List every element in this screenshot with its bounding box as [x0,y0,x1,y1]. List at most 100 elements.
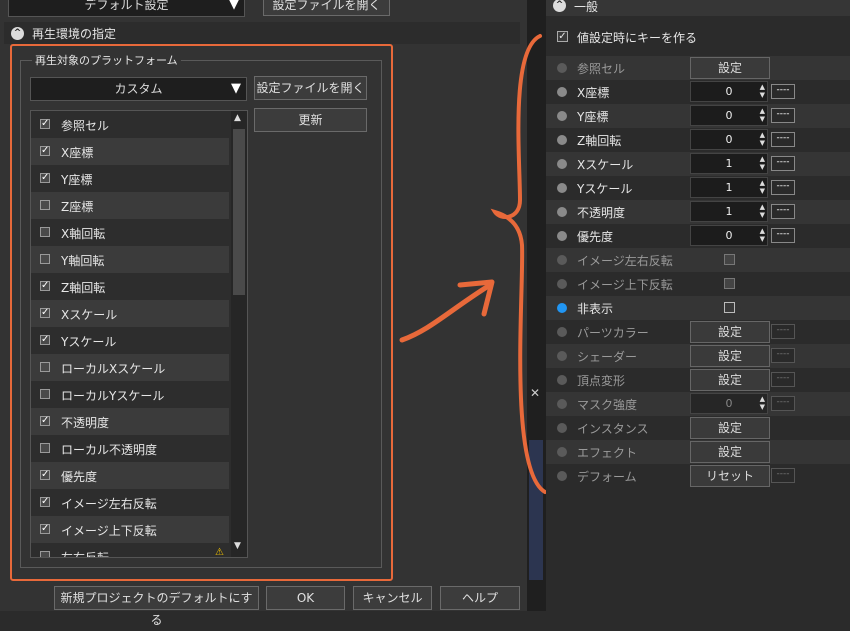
property-row: シェーダー 設定 ---- [546,344,850,368]
expression-button[interactable]: ---- [771,108,795,123]
property-label: Z軸回転 [577,134,622,148]
property-row: インスタンス 設定 [546,416,850,440]
property-label: インスタンス [577,422,649,436]
make-key-checkbox[interactable]: ✓ [557,31,568,42]
keyframe-dot-icon[interactable] [557,111,567,121]
property-label: 参照セル [577,62,626,76]
spinner-icon[interactable]: ▲ ▼ [760,179,765,195]
keyframe-dot-icon[interactable] [557,471,567,481]
spinner-icon[interactable]: ▲ ▼ [760,155,765,171]
expression-button[interactable]: ---- [771,468,795,483]
property-value: 1 [725,205,733,218]
property-row: 優先度 0 ▲ ▼ ---- [546,224,850,248]
expression-button[interactable]: ---- [771,324,795,339]
property-value-input[interactable]: 1 ▲ ▼ [690,201,768,222]
property-value-input[interactable]: 0 ▲ ▼ [690,129,768,150]
property-value: 0 [725,229,733,242]
ok-button[interactable]: OK [266,586,345,610]
property-checkbox[interactable] [724,302,735,313]
property-label: エフェクト [577,446,638,460]
keyframe-dot-icon[interactable] [557,255,567,265]
expression-button[interactable]: ---- [771,228,795,243]
property-row: 不透明度 1 ▲ ▼ ---- [546,200,850,224]
spinner-icon[interactable]: ▲ ▼ [760,131,765,147]
keyframe-dot-icon[interactable] [557,279,567,289]
property-label: デフォーム [577,470,637,484]
property-value: 0 [725,109,733,122]
section-title: 再生環境の指定 [32,27,117,41]
help-button[interactable]: ヘルプ [440,586,520,610]
expression-button[interactable]: ---- [771,132,795,147]
default-settings-dropdown[interactable]: デフォルト設定 ▼ [8,0,245,17]
collapse-icon[interactable]: ^ [11,27,24,40]
property-value-input[interactable]: 0 ▲ ▼ [690,225,768,246]
panel-header[interactable]: ^ 一般 [546,0,850,16]
keyframe-dot-icon[interactable] [557,327,567,337]
property-label: X座標 [577,86,610,100]
property-label: 頂点変形 [577,374,626,388]
property-value: 0 [725,85,733,98]
property-set-button[interactable]: 設定 [690,417,770,439]
cancel-button[interactable]: キャンセル [353,586,432,610]
property-label: イメージ左右反転 [577,254,673,268]
property-row: 非表示 [546,296,850,320]
property-value-input[interactable]: 1 ▲ ▼ [690,153,768,174]
property-set-button[interactable]: 設定 [690,57,770,79]
property-set-button[interactable]: リセット [690,465,770,487]
spinner-icon[interactable]: ▲ ▼ [760,227,765,243]
keyframe-dot-icon[interactable] [557,231,567,241]
open-settings-file-top-button[interactable]: 設定ファイルを開く [263,0,390,16]
property-row: X座標 0 ▲ ▼ ---- [546,80,850,104]
spinner-icon[interactable]: ▲ ▼ [760,395,765,411]
expression-button[interactable]: ---- [771,84,795,99]
property-value: 1 [725,181,733,194]
spinner-icon[interactable]: ▲ ▼ [760,107,765,123]
property-value-input[interactable]: 0 ▲ ▼ [690,105,768,126]
panel-header-title: 一般 [574,0,599,14]
annotation-graphics [399,34,547,494]
property-set-button[interactable]: 設定 [690,369,770,391]
property-value-input[interactable]: 0 ▲ ▼ [690,81,768,102]
property-label: Xスケール [577,158,634,172]
keyframe-dot-icon[interactable] [557,447,567,457]
property-set-button[interactable]: 設定 [690,321,770,343]
property-row: 頂点変形 設定 ---- [546,368,850,392]
property-label: 不透明度 [577,206,626,220]
keyframe-dot-icon[interactable] [557,63,567,73]
keyframe-dot-icon[interactable] [557,87,567,97]
keyframe-dot-icon[interactable] [557,207,567,217]
property-label: 非表示 [577,302,614,316]
keyframe-dot-icon[interactable] [557,351,567,361]
expression-button[interactable]: ---- [771,348,795,363]
property-value-input[interactable]: 0 ▲ ▼ [690,393,768,414]
keyframe-dot-icon[interactable] [557,375,567,385]
highlight-box [10,44,393,581]
property-label: Yスケール [577,182,633,196]
set-default-button[interactable]: 新規プロジェクトのデフォルトにする [54,586,259,627]
keyframe-dot-icon[interactable] [557,423,567,433]
expression-button[interactable]: ---- [771,396,795,411]
keyframe-dot-icon[interactable] [557,135,567,145]
keyframe-dot-icon[interactable] [557,303,567,313]
keyframe-dot-icon[interactable] [557,183,567,193]
property-checkbox[interactable] [724,254,735,265]
default-settings-value: デフォルト設定 [84,0,169,12]
spinner-icon[interactable]: ▲ ▼ [760,83,765,99]
annotation-brace [490,34,547,494]
property-value-input[interactable]: 1 ▲ ▼ [690,177,768,198]
property-set-button[interactable]: 設定 [690,441,770,463]
keyframe-dot-icon[interactable] [557,399,567,409]
property-set-button[interactable]: 設定 [690,345,770,367]
expression-button[interactable]: ---- [771,372,795,387]
properties-panel: ^ 一般 ✓ 値設定時にキーを作る 参照セル 設定 X座標 0 ▲ ▼ ---- Y座標 0 ▲ ▼… [546,0,850,611]
keyframe-dot-icon[interactable] [557,159,567,169]
property-checkbox[interactable] [724,278,735,289]
property-label: シェーダー [577,350,638,364]
expression-button[interactable]: ---- [771,180,795,195]
property-row: Y座標 0 ▲ ▼ ---- [546,104,850,128]
expression-button[interactable]: ---- [771,156,795,171]
spinner-icon[interactable]: ▲ ▼ [760,203,765,219]
collapse-icon[interactable]: ^ [553,0,566,12]
expression-button[interactable]: ---- [771,204,795,219]
property-row: パーツカラー 設定 ---- [546,320,850,344]
